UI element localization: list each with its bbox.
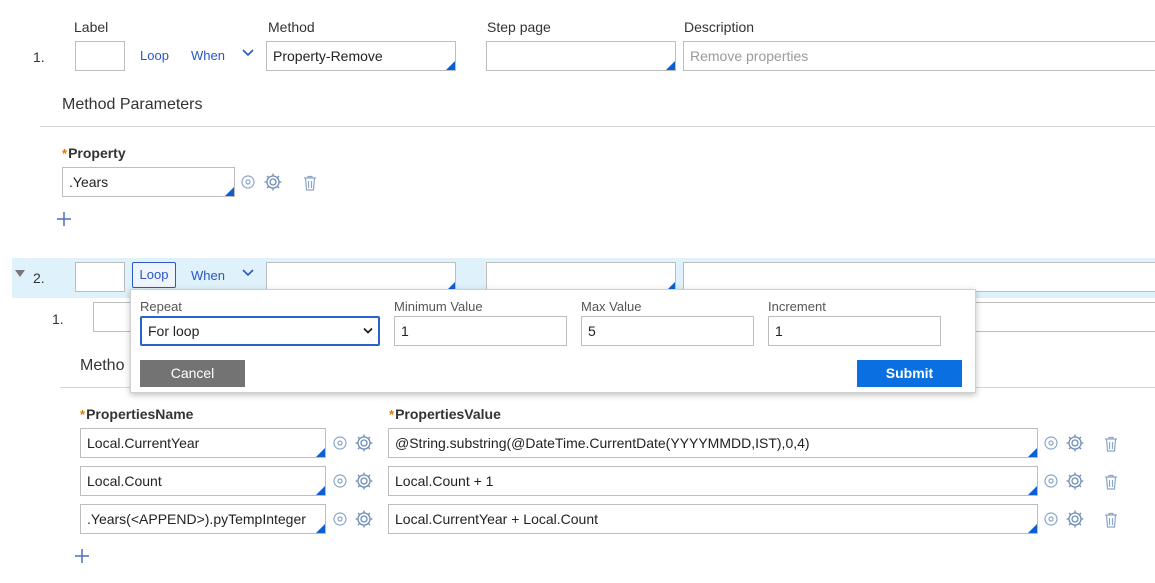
- gear-icon[interactable]: [354, 509, 374, 529]
- increment-label: Increment: [768, 299, 826, 314]
- step-1-description-input[interactable]: Remove properties: [683, 41, 1155, 71]
- properties-name-input[interactable]: Local.Count: [80, 466, 326, 496]
- gear-icon[interactable]: [1065, 509, 1085, 529]
- property-input[interactable]: .Years: [62, 167, 235, 197]
- step-2-chevron-down-icon[interactable]: [241, 268, 255, 278]
- step-2-step-page-input[interactable]: [486, 262, 676, 292]
- submit-button[interactable]: Submit: [857, 360, 962, 387]
- step-1-when-link[interactable]: When: [191, 48, 225, 63]
- properties-name-header: *PropertiesName: [80, 406, 194, 422]
- label-column-header: Label: [74, 19, 109, 35]
- step-2-when-link[interactable]: When: [191, 268, 225, 283]
- max-value-label: Max Value: [581, 299, 642, 314]
- step-2-method-input[interactable]: [266, 262, 456, 292]
- gear-icon[interactable]: [354, 471, 374, 491]
- step-2-method-parameters-title: Metho: [80, 357, 125, 374]
- gear-icon[interactable]: [1065, 471, 1085, 491]
- properties-value-header: *PropertiesValue: [389, 406, 501, 422]
- add-parameter-plus-icon[interactable]: [56, 211, 72, 227]
- trash-icon[interactable]: [1102, 511, 1120, 529]
- step-2-description-input[interactable]: [683, 262, 1155, 292]
- gear-icon[interactable]: [1065, 433, 1085, 453]
- cancel-button[interactable]: Cancel: [140, 360, 245, 387]
- required-marker: *: [389, 407, 395, 422]
- target-icon[interactable]: [239, 173, 257, 191]
- step-2-number: 2.: [33, 270, 45, 286]
- substep-1-number: 1.: [52, 311, 64, 327]
- step-1-number: 1.: [33, 49, 45, 65]
- target-icon[interactable]: [331, 510, 349, 528]
- properties-value-input[interactable]: Local.Count + 1: [388, 466, 1038, 496]
- loop-popup: Repeat For loop Minimum Value 1 Max Valu…: [130, 289, 976, 393]
- step-1-loop-link[interactable]: Loop: [140, 48, 169, 63]
- required-marker: *: [62, 146, 68, 161]
- step-2-label-input[interactable]: [75, 262, 125, 292]
- target-icon[interactable]: [1042, 510, 1060, 528]
- section-divider: [40, 126, 1155, 127]
- step-1-step-page-input[interactable]: [486, 41, 676, 71]
- trash-icon[interactable]: [301, 174, 319, 192]
- properties-name-input[interactable]: .Years(<APPEND>).pyTempInteger: [80, 504, 326, 534]
- gear-icon[interactable]: [354, 433, 374, 453]
- trash-icon[interactable]: [1102, 473, 1120, 491]
- target-icon[interactable]: [331, 472, 349, 490]
- max-value-input[interactable]: 5: [581, 316, 754, 346]
- trash-icon[interactable]: [1102, 435, 1120, 453]
- repeat-label: Repeat: [140, 299, 182, 314]
- description-column-header: Description: [684, 19, 755, 35]
- step-1-method-input[interactable]: Property-Remove: [266, 41, 456, 71]
- select-chevron-down-icon: [363, 327, 373, 334]
- method-column-header: Method: [268, 19, 315, 35]
- collapse-triangle-icon[interactable]: [15, 270, 25, 278]
- step-1-label-input[interactable]: [75, 41, 125, 71]
- required-marker: *: [80, 407, 86, 422]
- properties-value-input[interactable]: Local.CurrentYear + Local.Count: [388, 504, 1038, 534]
- step-1-method-parameters-title: Method Parameters: [62, 96, 203, 113]
- properties-value-input[interactable]: @String.substring(@DateTime.CurrentDate(…: [388, 428, 1038, 458]
- increment-input[interactable]: 1: [768, 316, 941, 346]
- step-1-chevron-down-icon[interactable]: [241, 48, 255, 58]
- target-icon[interactable]: [331, 434, 349, 452]
- target-icon[interactable]: [1042, 472, 1060, 490]
- properties-name-input[interactable]: Local.CurrentYear: [80, 428, 326, 458]
- target-icon[interactable]: [1042, 434, 1060, 452]
- repeat-select-value: For loop: [148, 323, 200, 339]
- step-page-column-header: Step page: [487, 19, 551, 35]
- gear-icon[interactable]: [263, 172, 283, 192]
- minimum-value-label: Minimum Value: [394, 299, 483, 314]
- step-2-loop-button[interactable]: Loop: [132, 262, 176, 288]
- minimum-value-input[interactable]: 1: [394, 316, 567, 346]
- property-label: *Property: [62, 145, 126, 161]
- add-row-plus-icon[interactable]: [74, 548, 90, 564]
- repeat-select[interactable]: For loop: [140, 316, 380, 346]
- substep-1-description-input[interactable]: [960, 302, 1155, 332]
